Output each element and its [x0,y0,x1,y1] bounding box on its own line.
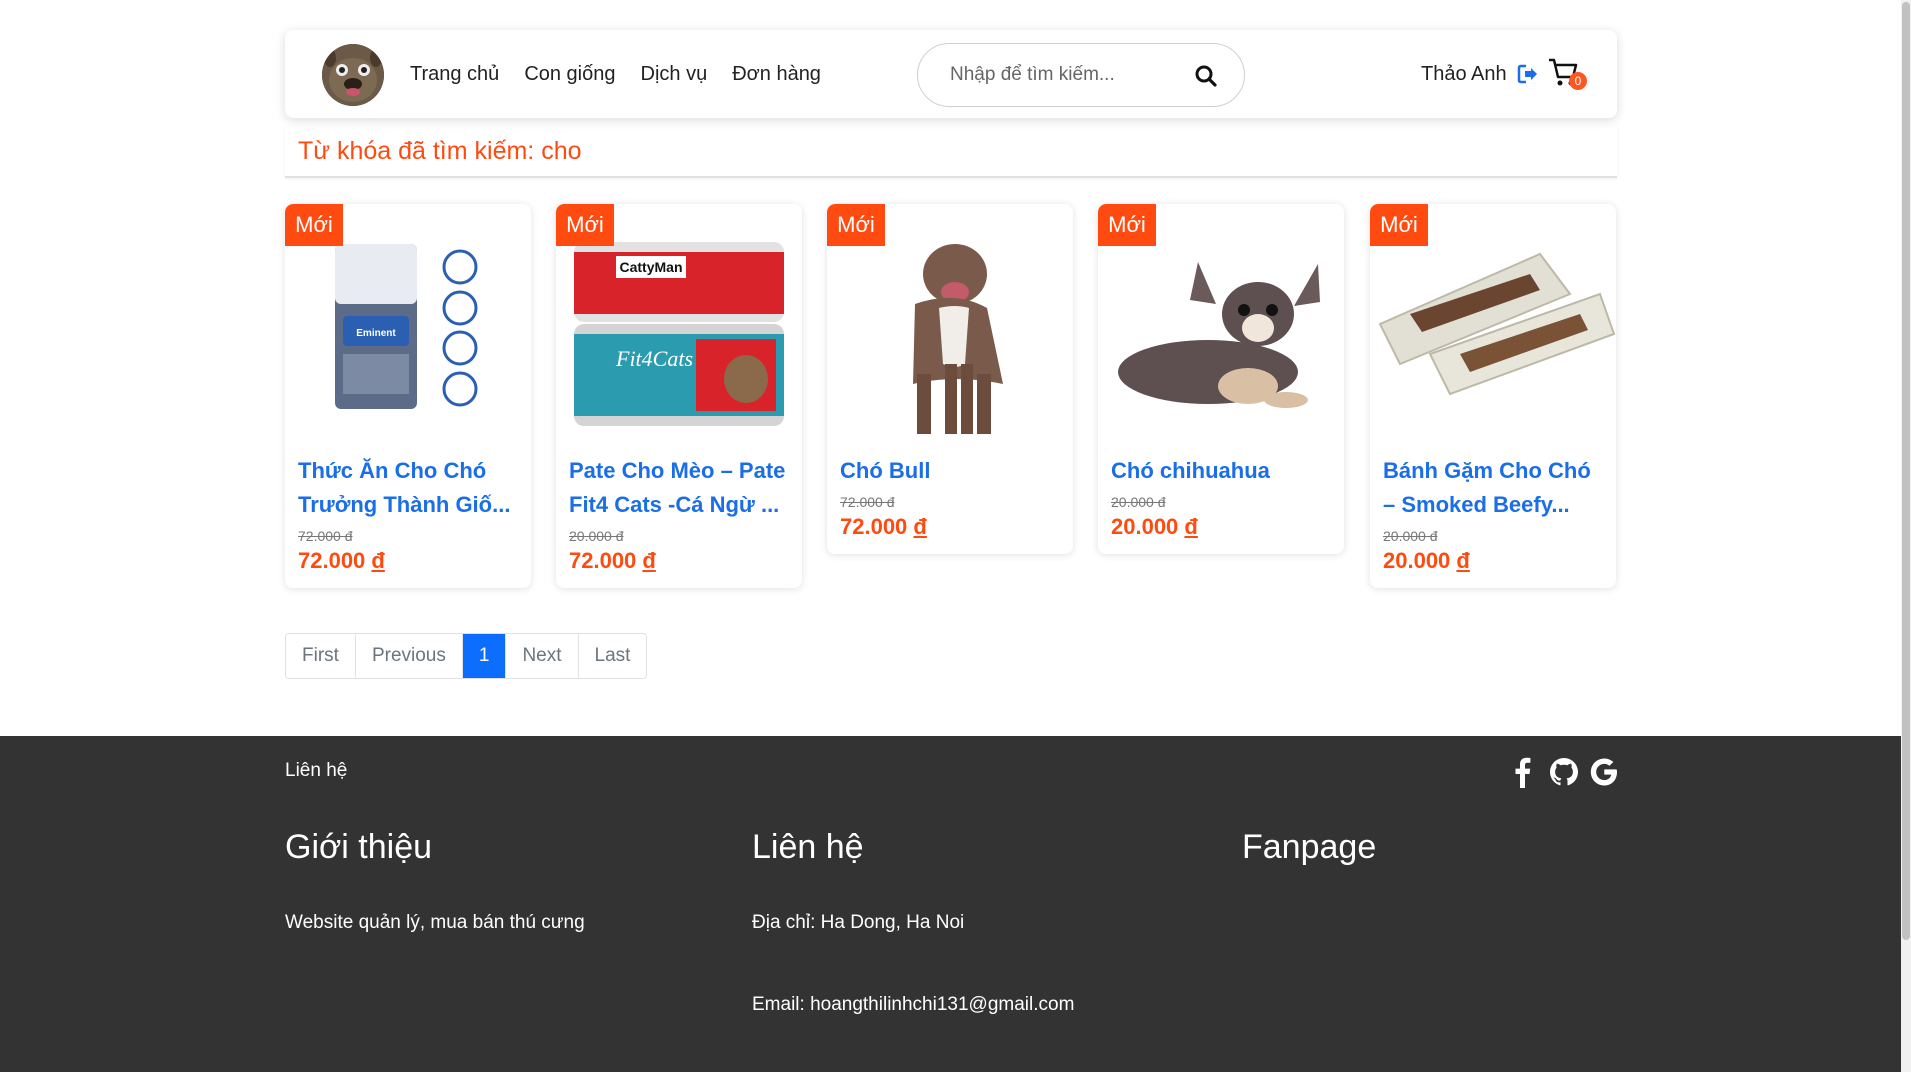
product-card[interactable]: Mới CattyMan Fit4Cats Pate Cho Mèo – Pat… [556,204,802,588]
pagination-first[interactable]: First [286,634,356,678]
search-keyword-text: Từ khóa đã tìm kiếm: cho [298,136,582,165]
search-keyword-bar: Từ khóa đã tìm kiếm: cho [285,126,1617,178]
new-badge: Mới [285,204,343,246]
facebook-icon[interactable] [1508,756,1538,788]
price-currency: đ [642,548,656,573]
footer-email[interactable]: Email: hoangthilinhchi131@gmail.com [752,994,1074,1016]
search-box [917,43,1245,107]
social-links [1508,756,1618,788]
footer-address: Địa chỉ: Ha Dong, Ha Noi [752,912,965,933]
product-price: 72.000 đ [569,548,789,574]
user-area: Thảo Anh [1421,30,1539,118]
pagination-page-current[interactable]: 1 [462,634,507,678]
product-price: 20.000 đ [1111,514,1331,540]
product-old-price: 20.000 đ [1383,528,1438,544]
search-input[interactable] [950,64,1180,86]
github-icon[interactable] [1548,756,1578,788]
new-badge: Mới [1370,204,1428,246]
nav-item-home[interactable]: Trang chủ [410,63,499,86]
price-value: 20.000 [1111,514,1179,539]
google-icon[interactable] [1588,756,1618,788]
cart-button[interactable]: 0 [1547,56,1589,92]
price-value: 20.000 [1383,548,1451,573]
pagination-previous[interactable]: Previous [356,634,463,678]
product-title[interactable]: Pate Cho Mèo – Pate Fit4 Cats -Cá Ngừ ..… [569,454,789,522]
price-value: 72.000 [840,514,908,539]
product-price: 20.000 đ [1383,548,1603,574]
footer: Liên hệ Giới thiệu Website quản lý, mua … [0,736,1901,1072]
product-title[interactable]: Bánh Gặm Cho Chó – Smoked Beefy... [1383,454,1603,522]
product-old-price: 72.000 đ [840,494,895,510]
price-value: 72.000 [569,548,637,573]
new-badge: Mới [556,204,614,246]
pagination-next[interactable]: Next [506,634,579,678]
footer-fanpage-title: Fanpage [1242,828,1377,866]
price-currency: đ [371,548,385,573]
product-price: 72.000 đ [840,514,1060,540]
product-card[interactable]: Mới Eminent Thức Ăn Cho Chó Trưởng Thành… [285,204,531,588]
nav-item-orders[interactable]: Đơn hàng [732,63,821,86]
product-card[interactable]: Mới Chó Bull 72.000 đ 72.000 đ [827,204,1073,554]
cart-count-badge: 0 [1569,72,1587,90]
price-value: 72.000 [298,548,366,573]
main-nav: Trang chủ Con giống Dịch vụ Đơn hàng [410,30,821,118]
product-card[interactable]: Mới Bánh Gặm Cho Chó – Smoked Beefy... 2… [1370,204,1616,588]
product-title[interactable]: Chó chihuahua [1111,454,1331,488]
svg-text:CattyMan: CattyMan [619,259,682,275]
product-title[interactable]: Chó Bull [840,454,1060,488]
header: Trang chủ Con giống Dịch vụ Đơn hàng Thả… [285,30,1617,118]
product-old-price: 72.000 đ [298,528,353,544]
page-scrollbar[interactable] [1901,0,1911,1072]
scrollbar-thumb[interactable] [1902,2,1910,940]
nav-item-services[interactable]: Dịch vụ [641,63,708,86]
product-card[interactable]: Mới Chó chihuahua 20.000 đ 20.000 đ [1098,204,1344,554]
price-currency: đ [913,514,927,539]
pagination: First Previous 1 Next Last [285,633,648,679]
product-title[interactable]: Thức Ăn Cho Chó Trưởng Thành Giố... [298,454,518,522]
footer-contact-title: Liên hệ [752,828,864,866]
search-icon[interactable] [1194,64,1218,88]
pagination-last[interactable]: Last [579,634,647,678]
new-badge: Mới [1098,204,1156,246]
username[interactable]: Thảo Anh [1421,63,1507,86]
svg-text:Fit4Cats: Fit4Cats [615,346,693,371]
site-logo[interactable] [322,44,384,106]
product-grid: Mới Eminent Thức Ăn Cho Chó Trưởng Thành… [285,204,1617,624]
product-old-price: 20.000 đ [569,528,624,544]
footer-contact-link[interactable]: Liên hệ [285,760,347,782]
nav-item-breeds[interactable]: Con giống [524,63,615,86]
product-price: 72.000 đ [298,548,518,574]
svg-text:Eminent: Eminent [356,328,396,339]
footer-about-text: Website quản lý, mua bán thú cưng [285,912,585,933]
footer-about-title: Giới thiệu [285,828,433,866]
logout-icon[interactable] [1517,63,1539,85]
price-currency: đ [1456,548,1470,573]
page: Trang chủ Con giống Dịch vụ Đơn hàng Thả… [0,0,1911,1072]
new-badge: Mới [827,204,885,246]
product-old-price: 20.000 đ [1111,494,1166,510]
price-currency: đ [1184,514,1198,539]
